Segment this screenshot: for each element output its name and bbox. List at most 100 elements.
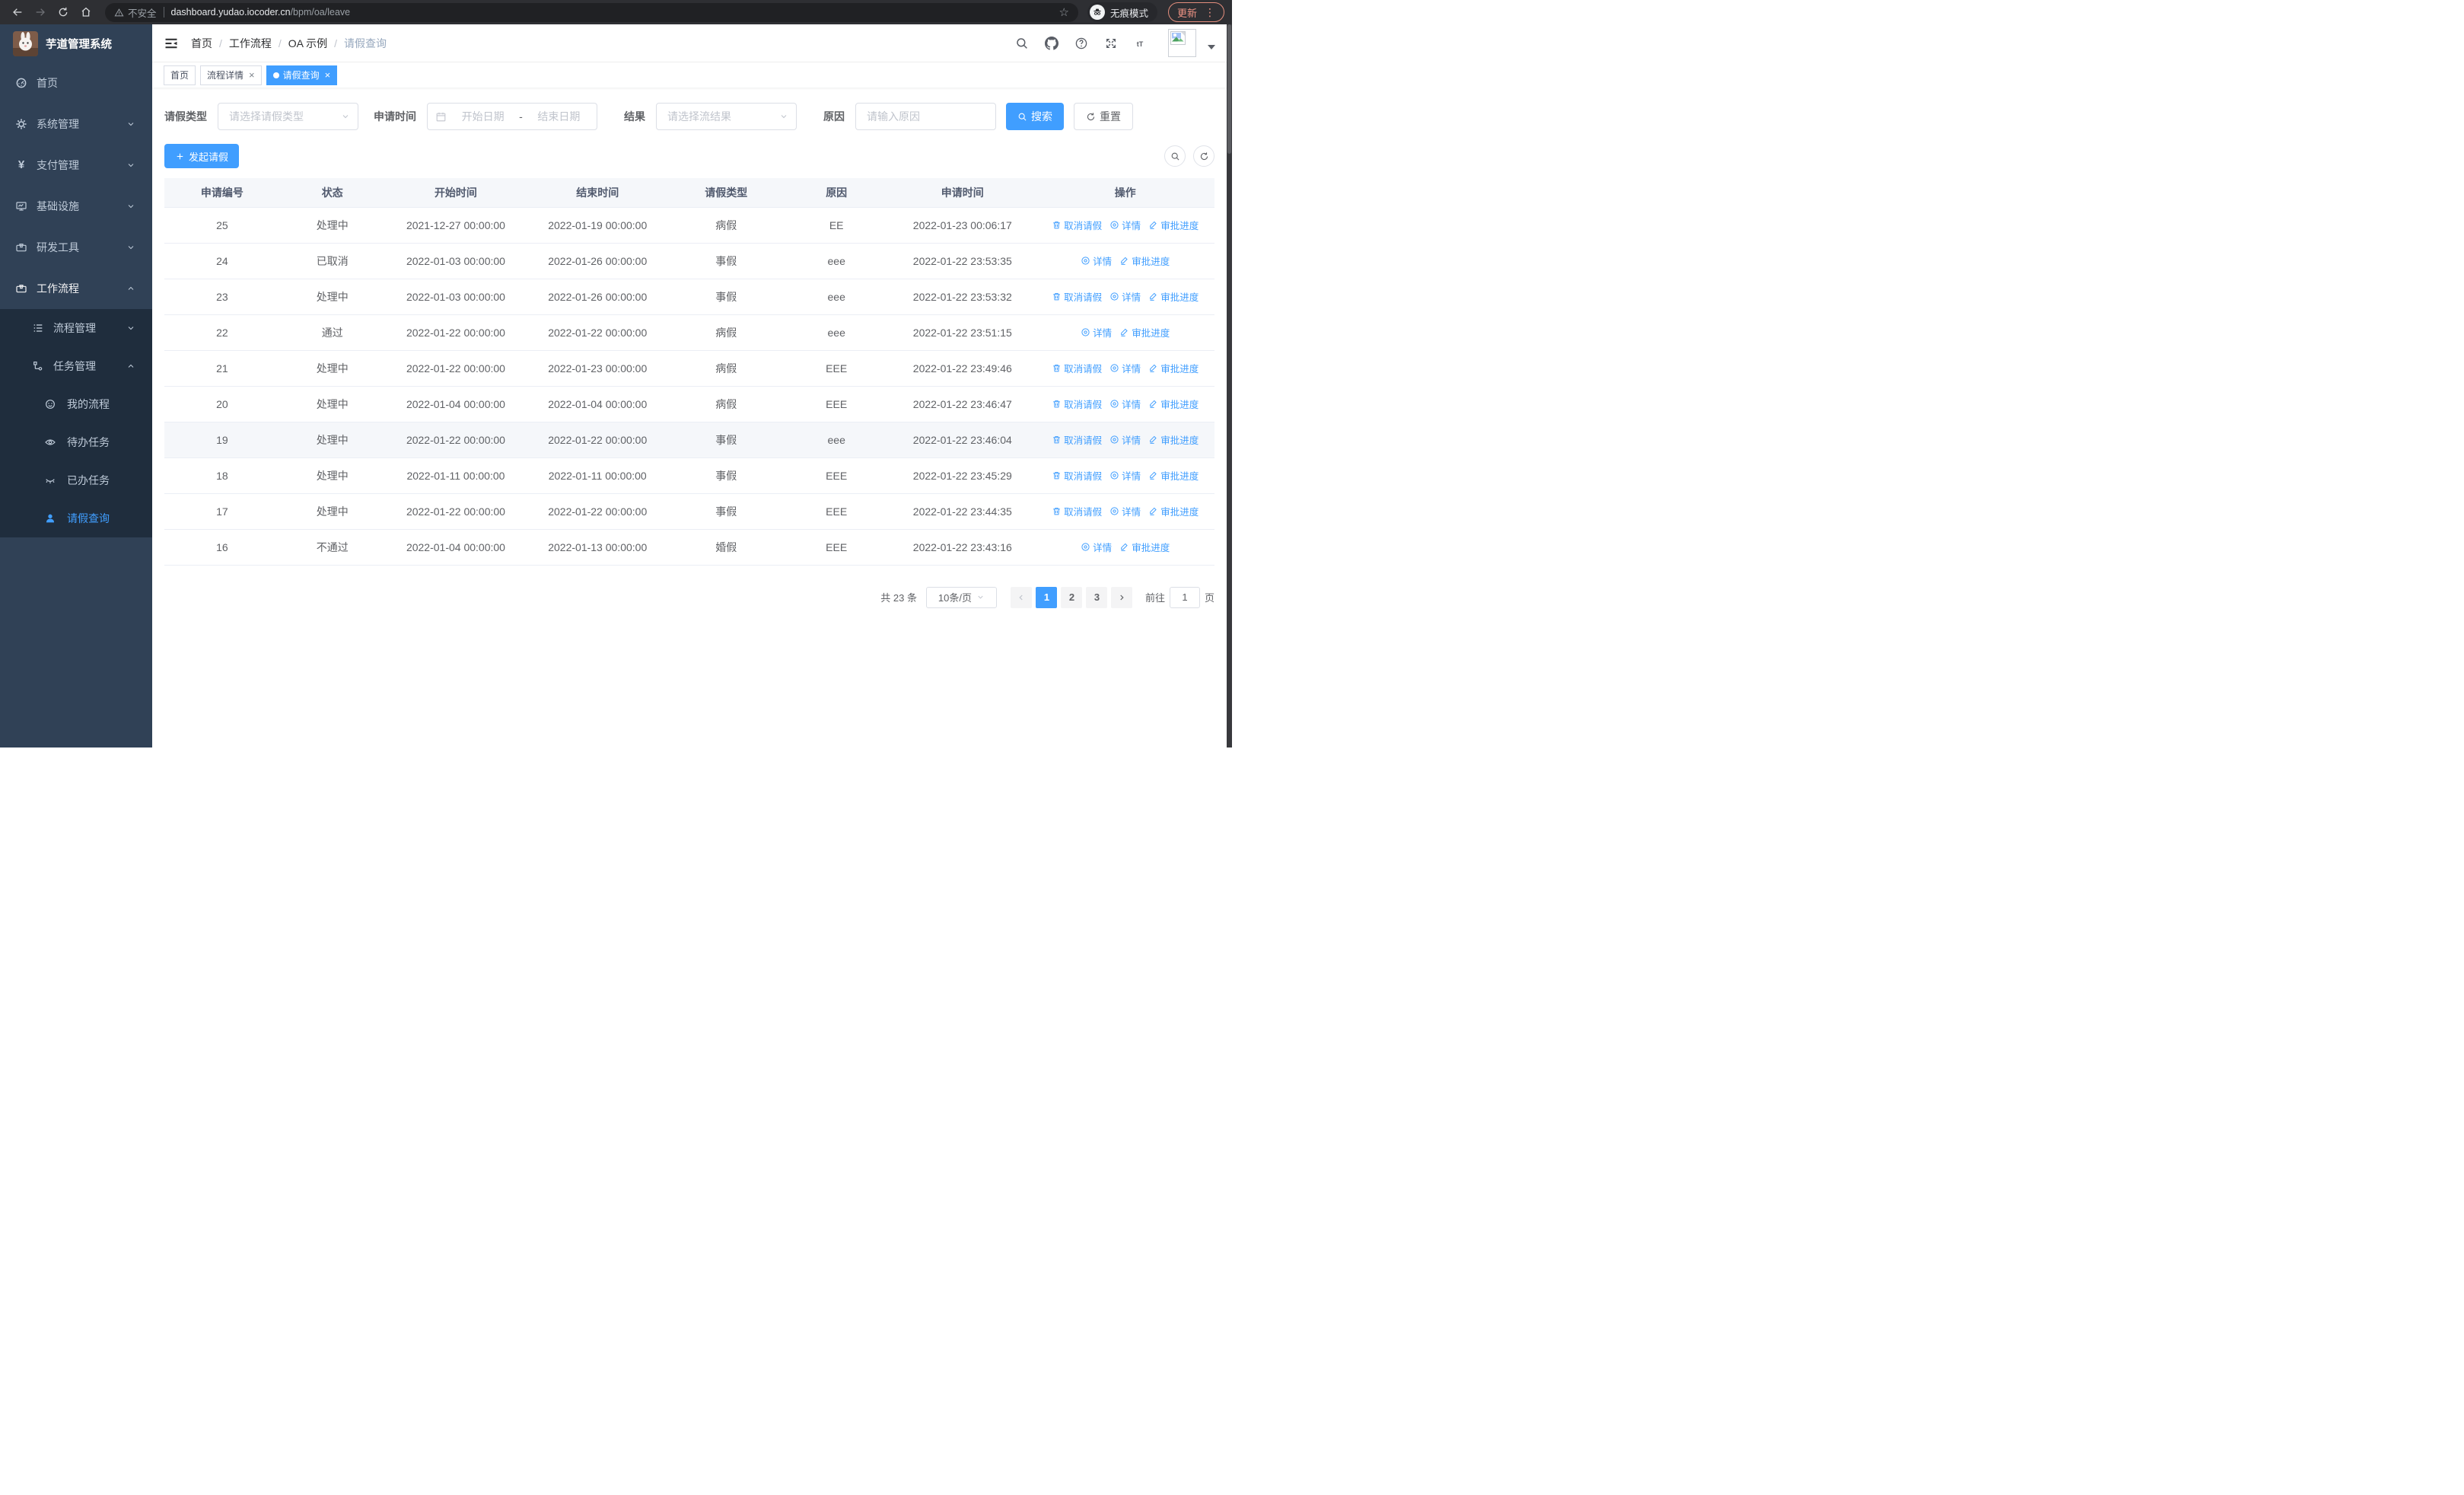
close-icon[interactable]: × bbox=[249, 70, 255, 80]
sidebar-item-process-management[interactable]: 流程管理 bbox=[0, 309, 152, 347]
page-size-select[interactable]: 10条/页 bbox=[925, 586, 997, 608]
action-detail-link[interactable]: 详情 bbox=[1109, 504, 1141, 518]
browser-update-button[interactable]: 更新 ⋮ bbox=[1167, 2, 1224, 22]
breadcrumb-item[interactable]: 首页 bbox=[191, 36, 212, 51]
close-icon[interactable]: × bbox=[325, 70, 331, 80]
apply-time-range-picker[interactable]: 开始日期 - 结束日期 bbox=[427, 103, 597, 130]
browser-forward-button[interactable] bbox=[30, 2, 50, 22]
action-detail-link[interactable]: 详情 bbox=[1109, 289, 1141, 304]
url-host: dashboard.yudao.iocoder.cn bbox=[170, 7, 291, 18]
action-detail-link[interactable]: 详情 bbox=[1081, 253, 1112, 268]
search-icon[interactable] bbox=[1015, 37, 1029, 50]
sidebar-item-system-management[interactable]: 系统管理 bbox=[0, 104, 152, 145]
action-detail-link[interactable]: 详情 bbox=[1109, 468, 1141, 483]
breadcrumb-item[interactable]: 工作流程 bbox=[229, 36, 272, 51]
action-progress-link[interactable]: 审批进度 bbox=[1119, 325, 1170, 339]
flow-icon bbox=[32, 360, 44, 372]
action-progress-link[interactable]: 审批进度 bbox=[1148, 397, 1199, 411]
action-cancel-link[interactable]: 取消请假 bbox=[1052, 504, 1102, 518]
action-progress-link[interactable]: 审批进度 bbox=[1119, 253, 1170, 268]
prev-page-button[interactable] bbox=[1011, 586, 1033, 608]
user-avatar[interactable] bbox=[1168, 29, 1196, 57]
page-button-1[interactable]: 1 bbox=[1036, 586, 1058, 608]
search-button[interactable]: 搜索 bbox=[1006, 103, 1064, 130]
leave-type-select[interactable]: 请选择请假类型 bbox=[218, 103, 358, 130]
tag-process-detail[interactable]: 流程详情 × bbox=[200, 65, 262, 85]
action-detail-link[interactable]: 详情 bbox=[1109, 218, 1141, 232]
font-size-icon[interactable] bbox=[1134, 37, 1152, 50]
action-cancel-link[interactable]: 取消请假 bbox=[1052, 468, 1102, 483]
security-chip[interactable]: 不安全 bbox=[114, 5, 157, 20]
toggle-search-button[interactable] bbox=[1164, 145, 1186, 167]
action-detail-link[interactable]: 详情 bbox=[1081, 325, 1112, 339]
action-progress-link[interactable]: 审批进度 bbox=[1148, 432, 1199, 447]
cell-id: 18 bbox=[164, 457, 280, 494]
bookmark-star-icon[interactable]: ☆ bbox=[1059, 7, 1069, 18]
column-header: 申请时间 bbox=[889, 178, 1036, 208]
browser-home-button[interactable] bbox=[76, 2, 96, 22]
app-title: 芋道管理系统 bbox=[46, 38, 112, 51]
view-icon bbox=[1109, 470, 1119, 480]
action-cancel-link[interactable]: 取消请假 bbox=[1052, 397, 1102, 411]
fullscreen-icon[interactable] bbox=[1104, 37, 1118, 50]
view-icon bbox=[1109, 399, 1119, 409]
page-scrollbar[interactable] bbox=[1227, 24, 1232, 748]
table-row: 18 处理中 2022-01-11 00:00:00 2022-01-11 00:00… bbox=[164, 457, 1214, 494]
chevron-left-icon bbox=[1017, 593, 1026, 602]
reason-input[interactable] bbox=[867, 110, 985, 123]
app-logo[interactable]: 芋道管理系统 bbox=[0, 24, 152, 62]
action-detail-link[interactable]: 详情 bbox=[1109, 397, 1141, 411]
sidebar-item-done-tasks[interactable]: 已办任务 bbox=[0, 461, 152, 499]
action-detail-link[interactable]: 详情 bbox=[1081, 540, 1112, 554]
sidebar-fold-icon[interactable] bbox=[164, 36, 179, 51]
chevron-down-icon bbox=[126, 202, 135, 211]
browser-reload-button[interactable] bbox=[53, 2, 73, 22]
action-progress-link[interactable]: 审批进度 bbox=[1148, 289, 1199, 304]
cell-end: 2022-01-23 00:00:00 bbox=[527, 350, 669, 387]
chevron-up-icon bbox=[126, 284, 135, 293]
action-progress-link[interactable]: 审批进度 bbox=[1148, 361, 1199, 375]
trash-icon bbox=[1052, 506, 1062, 516]
action-progress-link[interactable]: 审批进度 bbox=[1148, 218, 1199, 232]
browser-back-button[interactable] bbox=[8, 2, 27, 22]
action-cancel-link[interactable]: 取消请假 bbox=[1052, 218, 1102, 232]
create-leave-button[interactable]: 发起请假 bbox=[164, 144, 240, 168]
action-cancel-link[interactable]: 取消请假 bbox=[1052, 432, 1102, 447]
user-menu-caret-icon[interactable] bbox=[1208, 44, 1215, 49]
breadcrumb: 首页 / 工作流程 / OA 示例 / 请假查询 bbox=[191, 36, 387, 51]
sidebar-item-task-management[interactable]: 任务管理 bbox=[0, 347, 152, 385]
reset-button[interactable]: 重置 bbox=[1074, 103, 1133, 130]
action-detail-link[interactable]: 详情 bbox=[1109, 361, 1141, 375]
sidebar-item-leave-query[interactable]: 请假查询 bbox=[0, 499, 152, 537]
table-row: 25 处理中 2021-12-27 00:00:00 2022-01-19 00:00… bbox=[164, 207, 1214, 244]
action-cancel-link[interactable]: 取消请假 bbox=[1052, 361, 1102, 375]
tag-leave-query[interactable]: 请假查询 × bbox=[266, 65, 338, 85]
sidebar-item-dev-tools[interactable]: 研发工具 bbox=[0, 227, 152, 268]
sidebar-item-payment-management[interactable]: ¥ 支付管理 bbox=[0, 145, 152, 186]
action-detail-link[interactable]: 详情 bbox=[1109, 432, 1141, 447]
action-progress-link[interactable]: 审批进度 bbox=[1148, 504, 1199, 518]
date-start-placeholder: 开始日期 bbox=[461, 110, 505, 123]
sidebar-item-my-process[interactable]: 我的流程 bbox=[0, 385, 152, 423]
page-button-2[interactable]: 2 bbox=[1061, 586, 1083, 608]
action-progress-link[interactable]: 审批进度 bbox=[1148, 468, 1199, 483]
browser-menu-icon[interactable]: ⋮ bbox=[1205, 7, 1215, 18]
sidebar-item-infrastructure[interactable]: 基础设施 bbox=[0, 186, 152, 227]
address-bar[interactable]: 不安全 dashboard.yudao.iocoder.cn/bpm/oa/le… bbox=[105, 2, 1078, 22]
help-icon[interactable] bbox=[1074, 37, 1088, 50]
action-progress-link[interactable]: 审批进度 bbox=[1119, 540, 1170, 554]
goto-page-input[interactable] bbox=[1169, 586, 1200, 608]
sidebar-item-workflow[interactable]: 工作流程 bbox=[0, 268, 152, 309]
date-end-placeholder: 结束日期 bbox=[537, 110, 581, 123]
action-cancel-link[interactable]: 取消请假 bbox=[1052, 289, 1102, 304]
breadcrumb-item[interactable]: OA 示例 bbox=[288, 36, 327, 51]
sidebar-item-home[interactable]: 首页 bbox=[0, 62, 152, 104]
github-icon[interactable] bbox=[1045, 37, 1059, 50]
next-page-button[interactable] bbox=[1111, 586, 1133, 608]
result-select[interactable]: 请选择流结果 bbox=[656, 103, 797, 130]
refresh-table-button[interactable] bbox=[1193, 145, 1214, 167]
sidebar-item-todo-tasks[interactable]: 待办任务 bbox=[0, 423, 152, 461]
scrollbar-thumb[interactable] bbox=[1227, 24, 1231, 154]
tag-home[interactable]: 首页 bbox=[164, 65, 196, 85]
page-button-3[interactable]: 3 bbox=[1086, 586, 1108, 608]
